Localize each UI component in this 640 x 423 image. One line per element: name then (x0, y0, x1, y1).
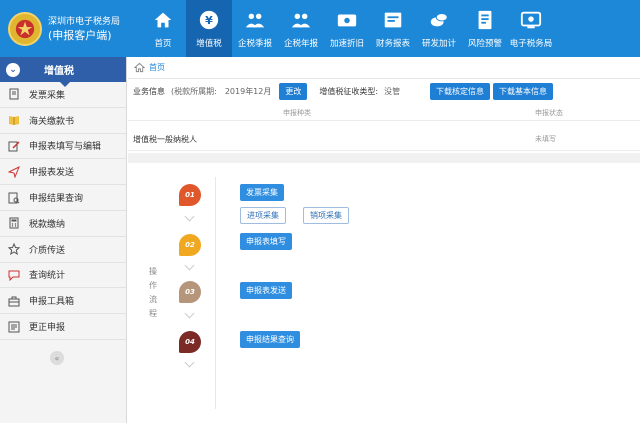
input-collection-button[interactable]: 进项采集 (240, 207, 286, 224)
chevron-down-icon (184, 211, 195, 222)
top-bar: 深圳市电子税务局 (申报客户端) 首页 ¥ 增值税 企税季报 企税年报 加速折旧… (0, 0, 640, 57)
output-collection-button[interactable]: 销项采集 (303, 207, 349, 224)
book-icon (8, 114, 20, 126)
vat-type-label: 增值税征收类型: (319, 86, 379, 96)
download-verify-info-button[interactable]: 下载核定信息 (430, 83, 490, 100)
sidebar-item-form-send[interactable]: 申报表发送 (0, 159, 126, 186)
sidebar-item-tax-payment[interactable]: 税款缴纳 (0, 210, 126, 237)
toolbox-icon (8, 295, 20, 307)
declaration-kind: 增值税一般纳税人 (133, 135, 197, 144)
chevron-down-icon (184, 260, 195, 271)
yuan-circle-icon: ¥ (198, 9, 220, 31)
calculator-icon (8, 217, 20, 229)
warning-doc-icon (474, 9, 496, 31)
report-icon (382, 9, 404, 31)
sidebar-item-statistics[interactable]: 查询统计 (0, 262, 126, 289)
sidebar-title: 增值税 (44, 66, 74, 77)
nav-annual-tax[interactable]: 企税年报 (278, 0, 324, 57)
breadcrumb-home[interactable]: 首页 (149, 62, 165, 73)
step-invoice-collection-button[interactable]: 发票采集 (240, 184, 284, 201)
correct-icon (8, 321, 20, 333)
users-icon (244, 9, 266, 31)
section-divider (128, 153, 640, 163)
nav-risk-warning[interactable]: 风险预警 (462, 0, 508, 57)
org-name: 深圳市电子税务局 (48, 16, 121, 27)
star-icon (8, 243, 20, 256)
home-icon (152, 9, 174, 31)
client-name: (申报客户端) (48, 28, 112, 42)
tax-emblem-icon (8, 11, 42, 46)
step-2-icon: 02 (179, 234, 201, 256)
sidebar-item-toolbox[interactable]: 申报工具箱 (0, 288, 126, 315)
sidebar: ⌄ 增值税 发票采集 海关缴款书 申报表填写与编辑 申报表发送 申报结果查询 税… (0, 57, 127, 423)
step-form-send-button[interactable]: 申报表发送 (240, 282, 292, 299)
nav-e-tax-bureau[interactable]: 电子税务局 (508, 0, 554, 57)
money-icon (336, 9, 358, 31)
step-3-icon: 03 (179, 281, 201, 303)
tax-bureau-icon (520, 9, 542, 31)
chevron-down-icon (184, 308, 195, 319)
download-basic-info-button[interactable]: 下载基本信息 (493, 83, 553, 100)
nav-home[interactable]: 首页 (140, 0, 186, 57)
send-icon (8, 165, 20, 178)
info-label: 业务信息 (133, 86, 165, 96)
nav-quarterly-tax[interactable]: 企税季报 (232, 0, 278, 57)
period-label: (税款所属期: (171, 86, 217, 96)
table-header: 申报种类 申报状态 (128, 105, 640, 121)
table-row[interactable]: 增值税一般纳税人 未填写 (128, 129, 640, 151)
sidebar-item-form-edit[interactable]: 申报表填写与编辑 (0, 133, 126, 160)
logo: 深圳市电子税务局 (申报客户端) (0, 0, 140, 57)
home-icon (134, 62, 145, 73)
nav-rd-deduction[interactable]: 研发加计 (416, 0, 462, 57)
step-result-query-button[interactable]: 申报结果查询 (240, 331, 300, 348)
change-period-button[interactable]: 更改 (279, 82, 308, 100)
period-value: 2019年12月 (224, 86, 272, 96)
col-declaration-status: 申报状态 (535, 109, 563, 117)
operation-flow-label: 操 作 流 程 (149, 267, 157, 318)
vat-type-value: 没管 (384, 86, 401, 96)
breadcrumb: 首页 (128, 57, 640, 79)
users-icon (290, 9, 312, 31)
step-1-icon: 01 (179, 184, 201, 206)
nav-vat[interactable]: ¥ 增值税 (186, 0, 232, 57)
top-nav: 首页 ¥ 增值税 企税季报 企税年报 加速折旧 财务报表 研发加计 风险预警 电… (140, 0, 554, 57)
step-4-icon: 04 (179, 331, 201, 353)
coins-icon (428, 9, 450, 31)
step-form-fill-button[interactable]: 申报表填写 (240, 233, 292, 250)
flow-divider (215, 177, 216, 409)
sidebar-item-media-transfer[interactable]: 介质传送 (0, 236, 126, 263)
chat-icon (8, 269, 20, 281)
chevron-down-icon[interactable]: ⌄ (6, 62, 20, 77)
collapse-sidebar-icon[interactable]: « (50, 351, 64, 365)
sidebar-header[interactable]: ⌄ 增值税 (0, 57, 126, 87)
nav-financial-report[interactable]: 财务报表 (370, 0, 416, 57)
sidebar-item-correction[interactable]: 更正申报 (0, 314, 126, 340)
edit-icon (8, 140, 20, 152)
document-icon (8, 88, 20, 100)
nav-depreciation[interactable]: 加速折旧 (324, 0, 370, 57)
svg-text:¥: ¥ (205, 14, 213, 27)
search-doc-icon (8, 192, 20, 204)
sidebar-item-customs[interactable]: 海关缴款书 (0, 107, 126, 134)
main-content: 首页 业务信息 (税款所属期: 2019年12月 更改 增值税征收类型: 没管 … (128, 57, 640, 423)
business-info: 业务信息 (税款所属期: 2019年12月 更改 增值税征收类型: 没管 (133, 81, 408, 101)
sidebar-item-result-query[interactable]: 申报结果查询 (0, 185, 126, 211)
declaration-status: 未填写 (535, 135, 556, 143)
chevron-down-icon (184, 357, 195, 368)
col-declaration-kind: 申报种类 (283, 109, 311, 117)
